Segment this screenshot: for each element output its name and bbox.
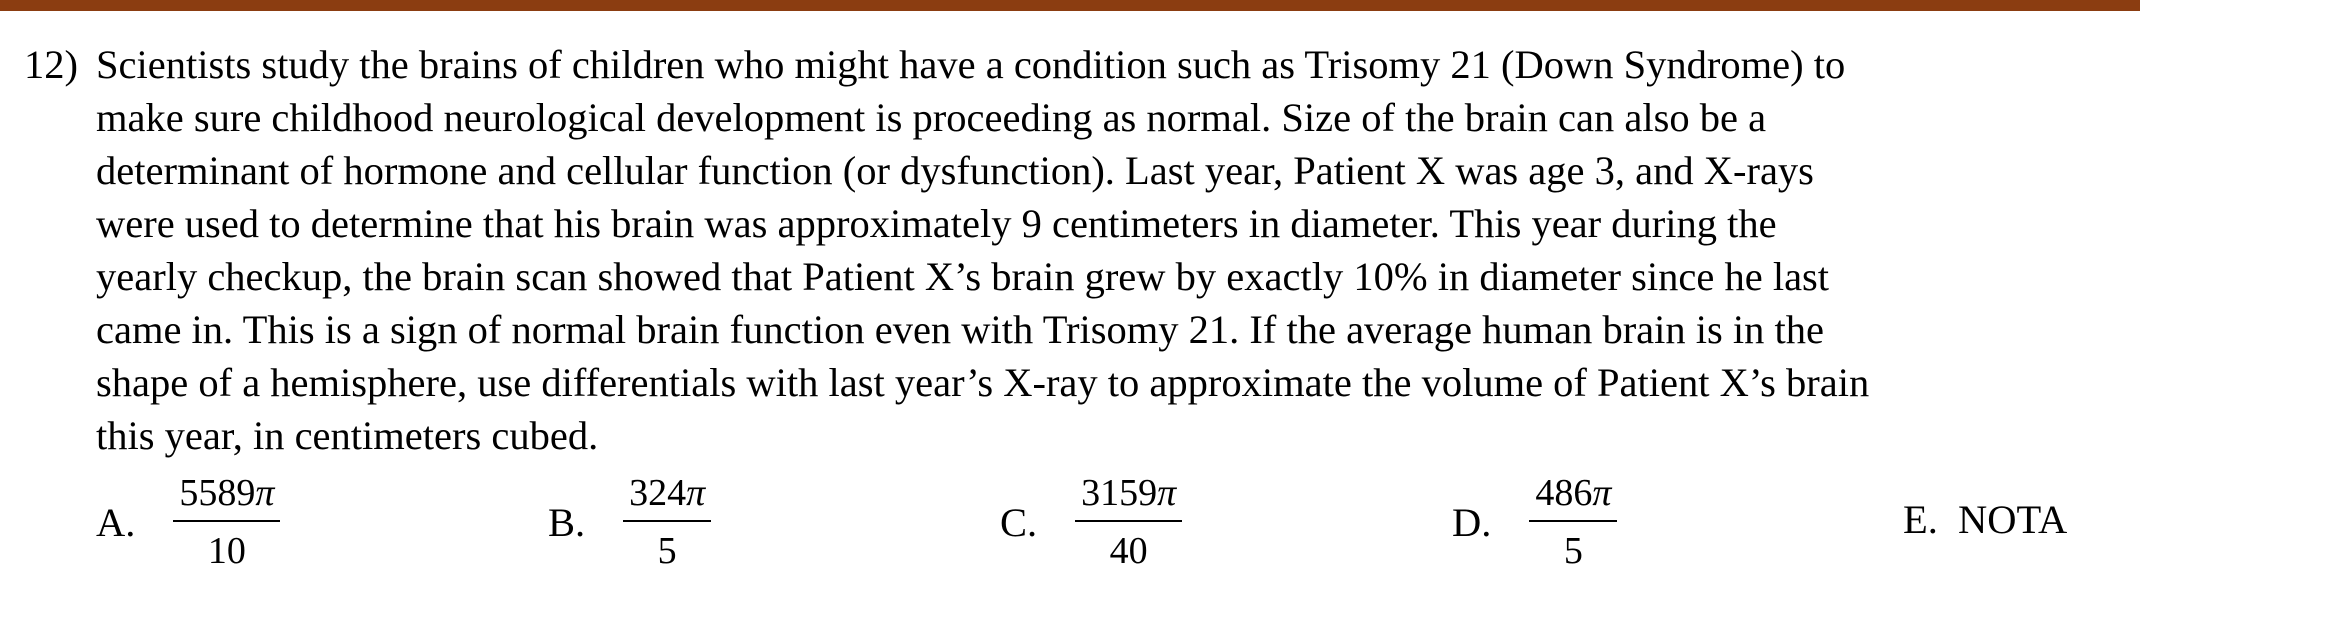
- top-rule: [0, 0, 2140, 11]
- fraction-denominator: 5: [657, 530, 677, 572]
- choice-letter: D.: [1452, 499, 1492, 545]
- choice-d: D. 486π 5: [1452, 470, 1618, 574]
- choice-fraction: 3159π 40: [1075, 470, 1183, 574]
- fraction-numerator: 5589π: [173, 470, 281, 522]
- choice-fraction: 324π 5: [623, 470, 712, 574]
- fraction-denominator: 40: [1109, 530, 1148, 572]
- question-12: 12) Scientists study the brains of child…: [24, 38, 2134, 462]
- choice-b: B. 324π 5: [548, 470, 712, 574]
- choice-fraction: 5589π 10: [173, 470, 281, 574]
- choice-a: A. 5589π 10: [96, 470, 281, 574]
- choice-c: C. 3159π 40: [1000, 470, 1183, 574]
- choice-letter: A.: [96, 499, 136, 545]
- question-text: Scientists study the brains of children …: [96, 38, 2134, 462]
- question-line: determinant of hormone and cellular func…: [96, 148, 1814, 193]
- question-line: yearly checkup, the brain scan showed th…: [96, 254, 1830, 299]
- choice-letter: B.: [548, 499, 586, 545]
- choice-fraction: 486π 5: [1529, 470, 1618, 574]
- fraction-denominator: 10: [207, 530, 246, 572]
- question-line: this year, in centimeters cubed.: [96, 413, 599, 458]
- choice-letter: C.: [1000, 499, 1038, 545]
- question-line: Scientists study the brains of children …: [96, 42, 1846, 87]
- choice-text: NOTA: [1958, 497, 2068, 542]
- choice-e: E. NOTA: [1903, 496, 2067, 543]
- fraction-denominator: 5: [1563, 530, 1583, 572]
- question-number: 12): [24, 42, 78, 87]
- question-line: were used to determine that his brain wa…: [96, 201, 1777, 246]
- question-line: came in. This is a sign of normal brain …: [96, 307, 1825, 352]
- question-line: make sure childhood neurological develop…: [96, 95, 1767, 140]
- fraction-numerator: 324π: [623, 470, 712, 522]
- fraction-numerator: 3159π: [1075, 470, 1183, 522]
- question-line: shape of a hemisphere, use differentials…: [96, 360, 1870, 405]
- fraction-numerator: 486π: [1529, 470, 1618, 522]
- choice-letter: E.: [1903, 497, 1938, 542]
